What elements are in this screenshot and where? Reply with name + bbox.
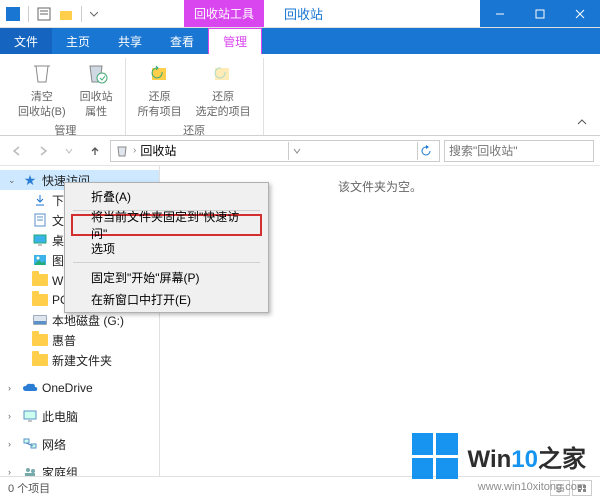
tree-label: 新建文件夹 bbox=[52, 352, 112, 369]
ribbon-group-restore: 还原 所有项目 还原 选定的项目 还原 bbox=[126, 58, 264, 135]
ctx-new-window[interactable]: 在新窗口中打开(E) bbox=[67, 288, 266, 310]
recycle-bin-empty-icon bbox=[28, 60, 56, 88]
network-icon bbox=[22, 436, 38, 452]
tree-huipu[interactable]: 惠普 bbox=[0, 330, 159, 350]
recycle-bin-properties-button[interactable]: 回收站 属性 bbox=[76, 58, 117, 120]
tree-newfolder[interactable]: 新建文件夹 bbox=[0, 350, 159, 370]
tree-label: 本地磁盘 (G:) bbox=[52, 312, 124, 329]
breadcrumb[interactable]: › 回收站 bbox=[110, 140, 440, 162]
search-input[interactable] bbox=[449, 144, 600, 158]
collapse-ribbon-button[interactable] bbox=[570, 112, 594, 135]
ribbon-tabs: 文件 主页 共享 查看 管理 bbox=[0, 28, 600, 54]
tree-localdisk[interactable]: 本地磁盘 (G:) bbox=[0, 310, 159, 330]
refresh-button[interactable] bbox=[417, 142, 435, 160]
empty-folder-message: 该文件夹为空。 bbox=[338, 178, 422, 195]
ribbon: 清空 回收站(B) 回收站 属性 管理 还原 所有项目 还原 选定的项目 还原 bbox=[0, 54, 600, 136]
details-view-button[interactable] bbox=[550, 480, 570, 496]
restore-all-button[interactable]: 还原 所有项目 bbox=[134, 58, 186, 120]
forward-button[interactable] bbox=[32, 140, 54, 162]
tree-label: 此电脑 bbox=[42, 408, 78, 425]
tree-label: OneDrive bbox=[42, 381, 93, 395]
tab-manage[interactable]: 管理 bbox=[208, 28, 262, 54]
ribbon-btn-label: 所有项目 bbox=[138, 106, 182, 118]
ribbon-btn-label: 回收站(B) bbox=[18, 106, 66, 118]
expand-icon[interactable]: › bbox=[8, 383, 18, 393]
tab-file[interactable]: 文件 bbox=[0, 28, 52, 54]
ribbon-group-label: 还原 bbox=[183, 120, 205, 140]
window-title: 回收站 bbox=[264, 0, 480, 27]
ribbon-btn-label: 清空 bbox=[31, 91, 53, 103]
expand-icon[interactable]: › bbox=[8, 439, 18, 449]
ribbon-group-manage: 清空 回收站(B) 回收站 属性 管理 bbox=[6, 58, 126, 135]
icons-view-button[interactable] bbox=[572, 480, 592, 496]
properties-icon[interactable] bbox=[37, 7, 51, 21]
downloads-icon bbox=[32, 192, 48, 208]
back-button[interactable] bbox=[6, 140, 28, 162]
expand-icon[interactable]: › bbox=[8, 467, 18, 476]
chevron-right-icon[interactable]: › bbox=[133, 145, 136, 156]
tree-label: 惠普 bbox=[52, 332, 76, 349]
chevron-up-icon bbox=[576, 116, 588, 128]
window-controls bbox=[480, 0, 600, 27]
tab-view[interactable]: 查看 bbox=[156, 28, 208, 54]
ctx-collapse[interactable]: 折叠(A) bbox=[67, 185, 266, 207]
tree-label: 网络 bbox=[42, 436, 66, 453]
recent-dropdown[interactable] bbox=[58, 140, 80, 162]
folder-icon bbox=[32, 332, 48, 348]
address-bar: › 回收站 bbox=[0, 136, 600, 166]
quick-access-toolbar bbox=[0, 0, 104, 27]
tree-network[interactable]: › 网络 bbox=[0, 434, 159, 454]
restore-selected-icon bbox=[209, 60, 237, 88]
folder-icon bbox=[32, 272, 48, 288]
menu-separator bbox=[73, 262, 260, 263]
ctx-pin-quickaccess[interactable]: 将当前文件夹固定到"快速访问" bbox=[71, 214, 262, 236]
item-count: 0 个项目 bbox=[8, 480, 50, 496]
collapse-icon[interactable]: ⌄ bbox=[8, 175, 18, 186]
maximize-button[interactable] bbox=[520, 0, 560, 27]
tab-home[interactable]: 主页 bbox=[52, 28, 104, 54]
app-icon bbox=[6, 7, 20, 21]
context-menu: 折叠(A) 将当前文件夹固定到"快速访问" 选项 固定到"开始"屏幕(P) 在新… bbox=[64, 182, 269, 313]
disk-icon bbox=[32, 312, 48, 328]
tree-label: 家庭组 bbox=[42, 464, 78, 477]
tree-thispc[interactable]: › 此电脑 bbox=[0, 406, 159, 426]
close-button[interactable] bbox=[560, 0, 600, 27]
pictures-icon bbox=[32, 252, 48, 268]
ribbon-btn-label: 选定的项目 bbox=[196, 106, 251, 118]
ribbon-group-label: 管理 bbox=[54, 120, 76, 140]
title-bar: 回收站工具 回收站 bbox=[0, 0, 600, 28]
empty-recycle-bin-button[interactable]: 清空 回收站(B) bbox=[14, 58, 70, 120]
ribbon-btn-label: 还原 bbox=[149, 91, 171, 103]
contextual-tab-label: 回收站工具 bbox=[184, 0, 264, 27]
documents-icon bbox=[32, 212, 48, 228]
status-bar: 0 个项目 bbox=[0, 476, 600, 498]
tree-onedrive[interactable]: › OneDrive bbox=[0, 378, 159, 398]
dropdown-chevron[interactable] bbox=[288, 142, 306, 160]
restore-all-icon bbox=[146, 60, 174, 88]
thispc-icon bbox=[22, 408, 38, 424]
recycle-bin-properties-icon bbox=[82, 60, 110, 88]
homegroup-icon bbox=[22, 464, 38, 476]
tab-share[interactable]: 共享 bbox=[104, 28, 156, 54]
ctx-pin-start[interactable]: 固定到"开始"屏幕(P) bbox=[67, 266, 266, 288]
star-icon: ★ bbox=[22, 172, 38, 188]
ribbon-btn-label: 属性 bbox=[85, 106, 107, 118]
search-box[interactable] bbox=[444, 140, 594, 162]
ribbon-btn-label: 回收站 bbox=[80, 91, 113, 103]
qat-dropdown-icon[interactable] bbox=[90, 10, 98, 18]
new-folder-icon[interactable] bbox=[59, 7, 73, 21]
restore-selected-button[interactable]: 还原 选定的项目 bbox=[192, 58, 255, 120]
ribbon-btn-label: 还原 bbox=[212, 91, 234, 103]
desktop-icon bbox=[32, 232, 48, 248]
folder-icon bbox=[32, 292, 48, 308]
recycle-bin-icon bbox=[115, 144, 129, 158]
folder-icon bbox=[32, 352, 48, 368]
onedrive-icon bbox=[22, 380, 38, 396]
breadcrumb-location[interactable]: 回收站 bbox=[140, 142, 176, 159]
up-button[interactable] bbox=[84, 140, 106, 162]
tree-homegroup[interactable]: › 家庭组 bbox=[0, 462, 159, 476]
expand-icon[interactable]: › bbox=[8, 411, 18, 421]
minimize-button[interactable] bbox=[480, 0, 520, 27]
